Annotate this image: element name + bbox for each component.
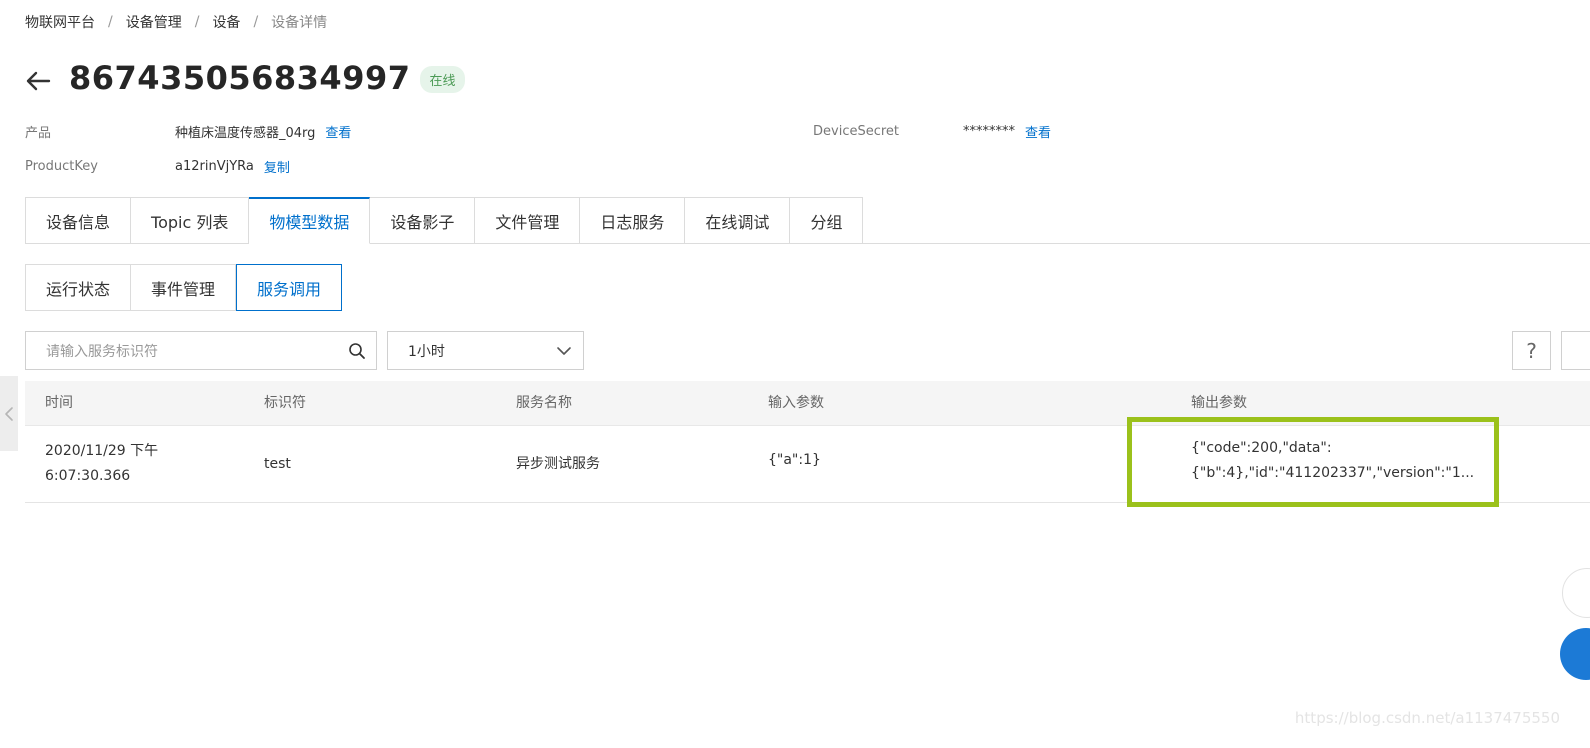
tab-device-info[interactable]: 设备信息 — [25, 197, 132, 244]
tab-online-debug[interactable]: 在线调试 — [685, 197, 791, 244]
tab-file-management[interactable]: 文件管理 — [475, 197, 581, 244]
table-header: 时间 标识符 服务名称 输入参数 输出参数 — [25, 381, 1590, 426]
meta-secret-value-row: ******** 查看 — [963, 121, 1051, 141]
cell-time: 2020/11/29 下午 6:07:30.366 — [45, 439, 158, 489]
page-title: 867435056834997 — [69, 59, 411, 97]
breadcrumb-item-devices[interactable]: 设备 — [212, 12, 240, 32]
meta-product-value-row: 种植床温度传感器_04rg 查看 — [175, 121, 351, 141]
floating-help-button[interactable] — [1560, 628, 1590, 680]
time-range-value: 1小时 — [408, 343, 445, 360]
floating-feedback-button[interactable] — [1562, 568, 1590, 618]
product-value: 种植床温度传感器_04rg — [175, 125, 316, 141]
sub-tabs: 运行状态 事件管理 服务调用 — [25, 264, 343, 311]
copy-productkey-link[interactable]: 复制 — [264, 157, 290, 176]
meta-productkey-value-row: a12rinVjYRa 复制 — [175, 156, 290, 176]
breadcrumb-item-current: 设备详情 — [271, 15, 328, 31]
productkey-value: a12rinVjYRa — [175, 158, 254, 174]
tab-topic-list[interactable]: Topic 列表 — [131, 197, 250, 244]
cell-identifier: test — [264, 456, 291, 472]
product-label: 产品 — [25, 125, 52, 141]
column-header-output: 输出参数 — [1191, 395, 1247, 411]
column-header-identifier: 标识符 — [264, 395, 306, 411]
tab-group[interactable]: 分组 — [790, 197, 864, 244]
watermark: https://blog.csdn.net/a1137475550 — [1294, 709, 1560, 727]
meta-productkey: ProductKey — [25, 156, 98, 176]
subtab-service-invocation[interactable]: 服务调用 — [236, 264, 343, 311]
tab-device-shadow[interactable]: 设备影子 — [370, 197, 476, 244]
breadcrumb-separator: / — [108, 14, 113, 30]
breadcrumb-item-device-management[interactable]: 设备管理 — [126, 12, 182, 32]
view-product-link[interactable]: 查看 — [325, 122, 351, 141]
breadcrumb-separator: / — [194, 14, 200, 30]
breadcrumb-separator: / — [253, 14, 259, 30]
productkey-label: ProductKey — [25, 158, 98, 174]
column-header-service-name: 服务名称 — [516, 395, 572, 411]
cell-output-line1: {"code":200,"data": — [1191, 440, 1332, 456]
cell-output[interactable]: {"code":200,"data": {"b":4},"id":"411202… — [1191, 436, 1474, 486]
devicesecret-label: DeviceSecret — [813, 123, 900, 139]
back-arrow-icon[interactable] — [25, 68, 51, 94]
devicesecret-value: ******** — [963, 123, 1015, 139]
title-row: 867435056834997 在线 — [25, 56, 465, 100]
table-row: 2020/11/29 下午 6:07:30.366 test 异步测试服务 {"… — [25, 426, 1590, 503]
main-tabs: 设备信息 Topic 列表 物模型数据 设备影子 文件管理 日志服务 在线调试 … — [25, 197, 864, 244]
view-secret-link[interactable]: 查看 — [1025, 122, 1051, 141]
cell-service-name: 异步测试服务 — [516, 456, 600, 472]
column-header-input: 输入参数 — [768, 395, 824, 411]
tab-thing-model-data[interactable]: 物模型数据 — [249, 197, 371, 244]
cell-time-clock: 6:07:30.366 — [45, 468, 131, 484]
refresh-button[interactable] — [1561, 331, 1590, 370]
meta-product: 产品 — [25, 121, 51, 141]
sidebar-collapse-handle[interactable] — [0, 376, 18, 451]
breadcrumb-item-platform[interactable]: 物联网平台 — [25, 12, 95, 32]
column-header-time: 时间 — [45, 395, 73, 411]
cell-output-line2: {"b":4},"id":"411202337","version":"1... — [1191, 465, 1475, 481]
time-range-select[interactable]: 1小时 — [387, 331, 584, 370]
meta-secret: DeviceSecret — [813, 121, 899, 141]
tab-log-service[interactable]: 日志服务 — [580, 197, 686, 244]
help-button[interactable]: ? — [1512, 331, 1551, 370]
subtab-running-status[interactable]: 运行状态 — [25, 264, 132, 311]
status-badge: 在线 — [420, 65, 465, 93]
cell-time-date: 2020/11/29 下午 — [45, 443, 159, 459]
breadcrumb: 物联网平台 / 设备管理 / 设备 / 设备详情 — [25, 12, 327, 32]
subtab-event-management[interactable]: 事件管理 — [131, 264, 237, 311]
service-search-input[interactable] — [26, 332, 348, 369]
cell-input: {"a":1} — [768, 452, 821, 468]
search-icon[interactable] — [348, 342, 366, 360]
chevron-left-icon — [5, 406, 13, 421]
chevron-down-icon — [557, 346, 571, 355]
service-search — [25, 331, 377, 370]
